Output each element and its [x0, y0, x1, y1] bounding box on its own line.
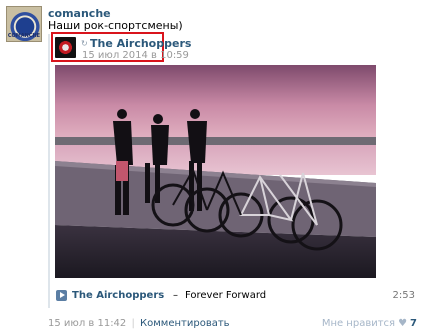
like-count: 7	[410, 318, 417, 329]
audio-title: Forever Forward	[185, 290, 267, 301]
footer-divider: |	[131, 318, 135, 329]
repost-source-date[interactable]: 15 июл 2014 в 10:59	[82, 50, 189, 61]
comment-link[interactable]: Комментировать	[140, 318, 230, 329]
source-logo-icon	[58, 40, 73, 55]
heart-icon: ♥	[398, 318, 408, 329]
post-photo[interactable]	[55, 65, 376, 278]
source-avatar[interactable]	[55, 37, 76, 58]
repost-arrow-icon: ↻	[81, 39, 88, 48]
like-button[interactable]: Мне нравится ♥ 7	[322, 318, 417, 329]
repost-divider	[48, 34, 50, 308]
post-footer: 15 июл в 11:42 | Комментировать	[48, 318, 230, 329]
play-icon[interactable]	[56, 290, 67, 301]
avatar-logo-text: COMANCHE	[7, 33, 41, 39]
audio-duration: 2:53	[392, 290, 415, 301]
audio-separator: –	[173, 290, 178, 301]
audio-artist-link[interactable]: The Airchoppers	[72, 290, 164, 301]
audio-attachment[interactable]: The Airchoppers – Forever Forward 2:53	[55, 288, 417, 304]
repost-source-link[interactable]: The Airchoppers	[90, 37, 191, 50]
post-date-link[interactable]: 15 июл в 11:42	[48, 318, 126, 329]
post-text: Наши рок-спортсмены)	[48, 19, 183, 32]
author-avatar[interactable]: COMANCHE	[6, 6, 42, 42]
like-label: Мне нравится	[321, 318, 396, 329]
